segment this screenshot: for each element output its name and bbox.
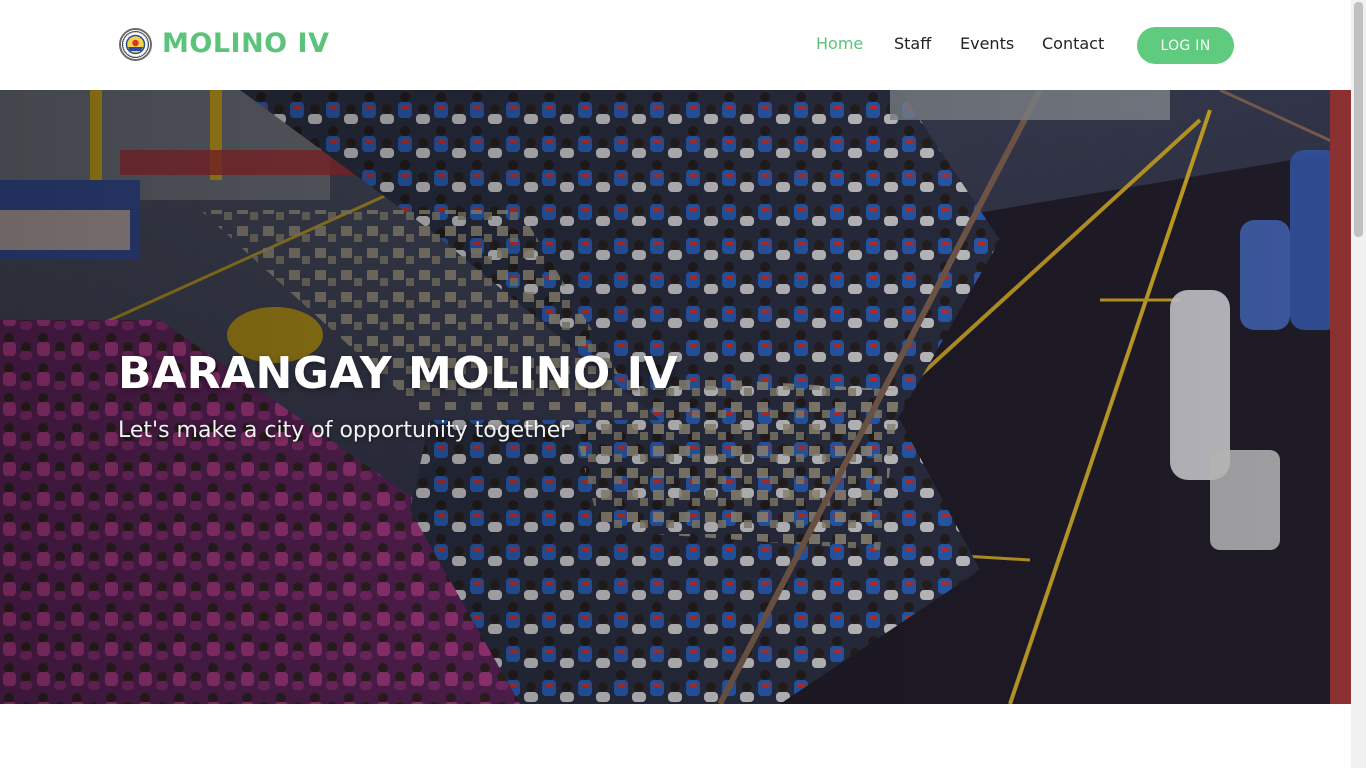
site-header: MOLINO IV Home Staff Events Contact LOG … xyxy=(0,0,1351,90)
brand-link[interactable]: MOLINO IV xyxy=(119,27,329,61)
nav-home[interactable]: Home xyxy=(816,34,863,54)
nav-events[interactable]: Events xyxy=(960,34,1014,54)
barangay-seal-icon xyxy=(119,27,152,61)
page: MOLINO IV Home Staff Events Contact LOG … xyxy=(0,0,1366,768)
hero-title: BARANGAY MOLINO IV xyxy=(118,348,679,399)
brand-name: MOLINO IV xyxy=(162,28,330,59)
login-button[interactable]: LOG IN xyxy=(1137,27,1234,64)
scrollbar-thumb[interactable] xyxy=(1354,2,1363,237)
hero-section: BARANGAY MOLINO IV Let's make a city of … xyxy=(0,90,1351,704)
vertical-scrollbar[interactable] xyxy=(1351,0,1366,768)
nav-contact[interactable]: Contact xyxy=(1042,34,1104,54)
nav-staff[interactable]: Staff xyxy=(894,34,931,54)
hero-subtitle: Let's make a city of opportunity togethe… xyxy=(118,418,570,443)
